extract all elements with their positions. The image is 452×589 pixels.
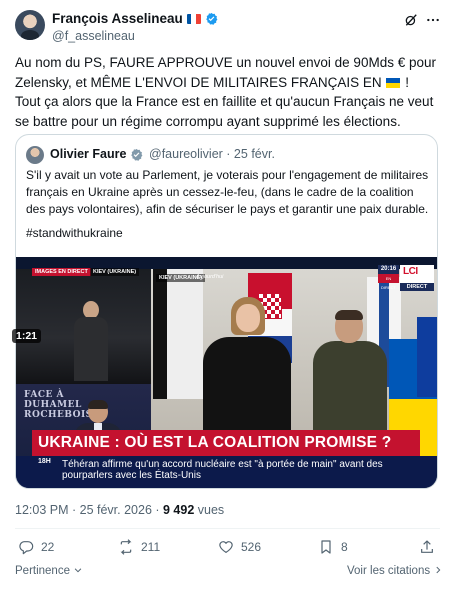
- location-tag-left: KIEV (UKRAINE): [90, 268, 140, 276]
- view-quotes-link[interactable]: Voir les citations: [347, 565, 443, 577]
- sort-relevance-label: Pertinence: [15, 565, 70, 577]
- channel-logo: LCI DIRECT: [400, 265, 434, 291]
- tweet-meta: 12:03 PM · 25 févr. 2026 · 9 492 vues: [15, 503, 224, 517]
- quote-author-name-row[interactable]: Olivier Faure: [50, 147, 143, 161]
- chevron-down-icon: [74, 568, 82, 573]
- bookmark-count: 8: [341, 540, 348, 554]
- quote-hashtag[interactable]: #standwithukraine: [26, 226, 123, 240]
- channel-status: DIRECT: [400, 283, 434, 291]
- headline-banner: UKRAINE : OÙ EST LA COALITION PROMISE ?: [32, 430, 420, 456]
- tweet-text-line1-end: !: [405, 74, 409, 90]
- eu-flag: [417, 317, 437, 397]
- divider: [15, 528, 440, 529]
- ticker-text: Téhéran affirme qu'un accord nucléaire e…: [62, 459, 383, 481]
- author-avatar[interactable]: [15, 10, 45, 40]
- chevron-right-icon: [436, 566, 441, 574]
- repost-count: 211: [141, 540, 161, 554]
- quote-video-media[interactable]: FACE À DUHAMEL ROCHEBOIS IMAGES EN DIREC…: [16, 257, 437, 488]
- verified-badge-icon: [206, 12, 218, 25]
- broadcast-clock: 20:16: [378, 265, 399, 274]
- ukraine-flag-icon: [386, 77, 401, 88]
- action-bar: 22 211 526 8: [0, 539, 452, 559]
- live-reporter-panel: [16, 269, 151, 384]
- heart-icon: [219, 541, 233, 553]
- tweet-text: Au nom du PS, FAURE APPROUVE un nouvel e…: [15, 53, 440, 131]
- today-tag: Aujourd'hui: [196, 274, 224, 280]
- repost-icon: [120, 539, 132, 555]
- ticker-logo: 18H: [38, 458, 51, 465]
- reply-icon: [19, 541, 34, 555]
- quote-text: S'il y avait un vote au Parlement, je vo…: [26, 168, 429, 216]
- verified-badge-icon: [131, 148, 143, 161]
- quoted-tweet[interactable]: Olivier Faure @faureolivier · 25 févr. S…: [15, 134, 438, 489]
- video-duration-badge: 1:21: [12, 329, 42, 343]
- headline-banner-text: UKRAINE : OÙ EST LA COALITION PROMISE ?: [38, 434, 392, 451]
- tweet-timestamp[interactable]: 12:03 PM · 25 févr. 2026 ·: [15, 503, 163, 517]
- quote-author-avatar[interactable]: [26, 146, 44, 164]
- repost-button[interactable]: 211: [118, 539, 160, 555]
- view-count: 9 492: [163, 503, 195, 517]
- france-flag-icon: [186, 13, 201, 24]
- like-button[interactable]: 526: [218, 539, 261, 555]
- author-name-row[interactable]: François Asselineau: [52, 11, 218, 26]
- tweet-text-line1: Au nom du PS, FAURE APPROUVE un nouvel e…: [15, 55, 436, 90]
- quote-author-handle-date[interactable]: @faureolivier · 25 févr.: [149, 147, 275, 161]
- more-options-icon[interactable]: [426, 13, 440, 27]
- share-icon: [421, 540, 433, 553]
- reporter-figure: [74, 301, 108, 381]
- grok-icon[interactable]: [404, 13, 418, 27]
- view-quotes-label: Voir les citations: [347, 565, 431, 577]
- bookmark-icon: [321, 540, 331, 554]
- reply-button[interactable]: 22: [18, 539, 54, 555]
- author-name[interactable]: François Asselineau: [52, 11, 183, 26]
- author-handle[interactable]: @f_asselineau: [52, 29, 135, 43]
- live-images-tag: IMAGES EN DIRECT: [32, 268, 91, 276]
- tweet: François Asselineau @f_asselineau Au nom…: [0, 0, 452, 589]
- quote-author-name[interactable]: Olivier Faure: [50, 147, 126, 161]
- bookmark-button[interactable]: 8: [318, 539, 348, 555]
- tweet-text-line2: Tout ça alors que la France est en faill…: [15, 94, 434, 129]
- sort-relevance-dropdown[interactable]: Pertinence: [15, 565, 83, 577]
- news-ticker: 18H Téhéran affirme qu'un accord nucléai…: [16, 456, 437, 488]
- broadcast-clock-sub: EN DIRECT: [378, 274, 399, 290]
- reply-count: 22: [41, 540, 55, 554]
- like-count: 526: [241, 540, 262, 554]
- share-button[interactable]: [419, 539, 435, 555]
- view-count-label: vues: [194, 503, 225, 517]
- estonia-flag-white: [167, 269, 203, 399]
- channel-logo-text: LCI: [403, 266, 418, 277]
- estonia-flag-black: [153, 269, 167, 399]
